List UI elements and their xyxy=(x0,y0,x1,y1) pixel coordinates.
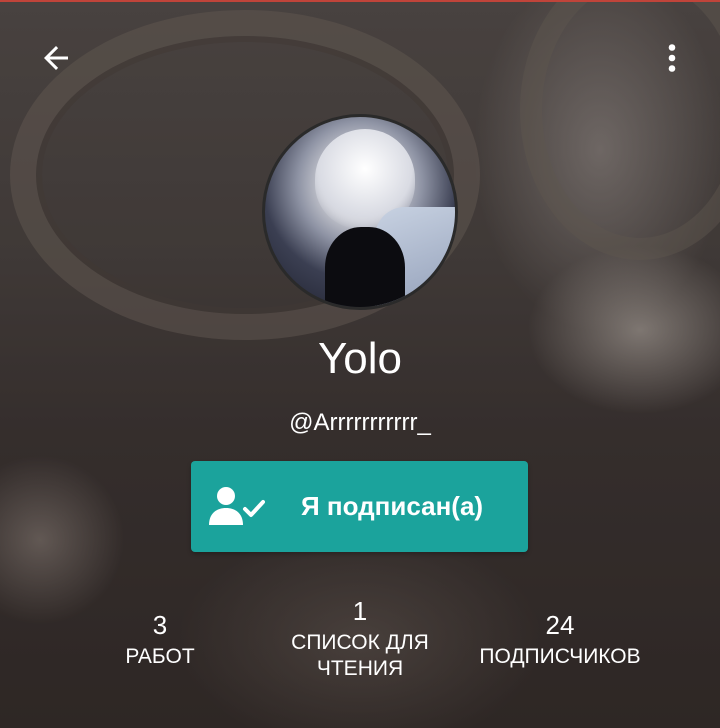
avatar[interactable] xyxy=(262,114,458,310)
stat-works-count: 3 xyxy=(152,610,168,640)
stat-reading-lists-label-line1: СПИСОК ДЛЯ xyxy=(291,631,429,654)
following-button[interactable]: Я подписан(а) xyxy=(191,461,528,552)
more-options-button[interactable] xyxy=(644,30,700,86)
stat-followers-count: 24 xyxy=(545,610,575,640)
stat-followers[interactable]: 24 ПОДПИСЧИКОВ xyxy=(460,610,660,670)
stat-followers-label: ПОДПИСЧИКОВ xyxy=(479,645,641,668)
profile-name: Yolo xyxy=(317,334,403,383)
avatar-photo-detail xyxy=(325,227,405,307)
more-vertical-icon xyxy=(668,44,676,72)
stat-reading-lists-label-line2: ЧТЕНИЯ xyxy=(316,657,404,680)
stat-works-label: РАБОТ xyxy=(125,645,195,668)
stat-reading-lists-count: 1 xyxy=(352,596,368,626)
arrow-left-icon xyxy=(44,46,68,70)
profile-handle: @Arrrrrrrrrrr_ xyxy=(289,409,431,436)
following-button-label: Я подписан(а) xyxy=(301,491,484,521)
user-check-icon xyxy=(209,487,265,525)
stat-reading-lists[interactable]: 1 СПИСОК ДЛЯ ЧТЕНИЯ xyxy=(270,596,450,682)
back-button[interactable] xyxy=(28,30,84,86)
status-accent-line xyxy=(0,0,720,2)
stat-works[interactable]: 3 РАБОТ xyxy=(100,610,220,670)
